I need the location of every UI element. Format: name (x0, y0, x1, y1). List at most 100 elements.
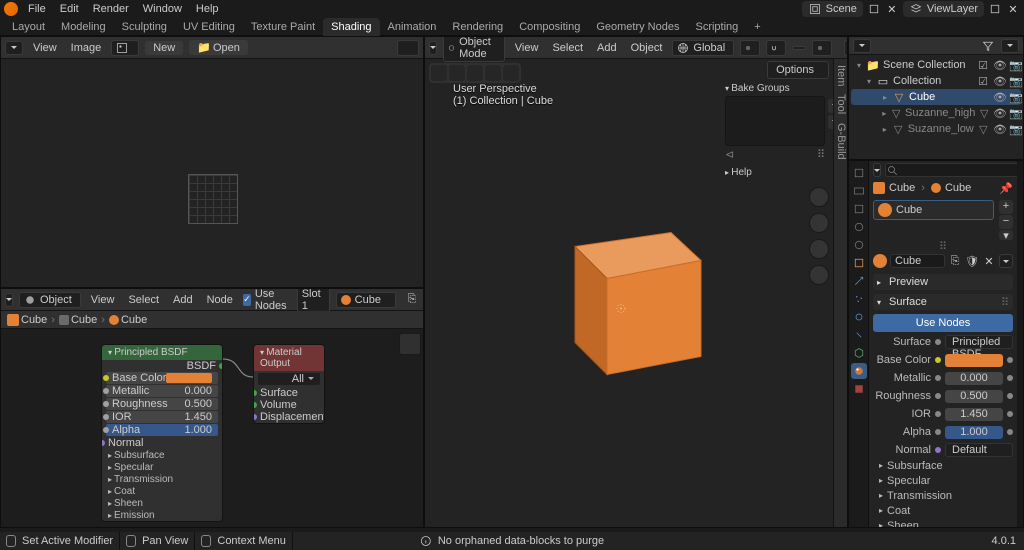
nav-camera-icon[interactable] (809, 239, 829, 259)
ie-new-button[interactable]: New (145, 41, 183, 55)
nav-persp-icon[interactable] (809, 265, 829, 285)
layer-delete-icon[interactable]: ✕ (1006, 2, 1020, 16)
anim-dot-icon[interactable] (1007, 357, 1013, 363)
alpha-value[interactable]: 1.000 (945, 426, 1003, 439)
pin-icon[interactable]: 📌 (999, 182, 1013, 195)
use-nodes-button[interactable]: Use Nodes (873, 314, 1013, 332)
socket-dot-icon[interactable] (935, 411, 941, 417)
snap-dropdown[interactable] (792, 46, 806, 50)
vp-menu-object[interactable]: Object (627, 42, 667, 54)
slot-add-button[interactable]: + (999, 200, 1013, 214)
anim-dot-icon[interactable] (1007, 393, 1013, 399)
select-circle-icon[interactable] (449, 65, 465, 81)
props-type-dropdown[interactable] (873, 163, 881, 177)
surface-shader-dropdown[interactable]: Principled BSDF (945, 335, 1013, 349)
orientation-dropdown[interactable]: Global (672, 40, 734, 56)
ne-menu-select[interactable]: Select (124, 294, 163, 306)
node-principled-bsdf[interactable]: Principled BSDF BSDF Base Color Metallic… (101, 344, 223, 522)
ne-shield-icon[interactable]: 🛡 (422, 293, 424, 307)
select-box-icon[interactable] (431, 65, 447, 81)
ne-crumb-data[interactable]: Cube (71, 314, 97, 326)
material-slot-0[interactable]: Cube (873, 200, 994, 220)
socket-dot-icon[interactable] (935, 393, 941, 399)
nav-pan-icon[interactable] (809, 213, 829, 233)
outliner-item-cube[interactable]: ▸ ▽ Cube 👁📷 (851, 89, 1021, 105)
socket-dot-icon[interactable] (935, 357, 941, 363)
mode-dropdown[interactable]: Object Mode (443, 36, 505, 62)
socket-dot-icon[interactable] (935, 429, 941, 435)
npanel-gbuild[interactable]: G-Build (834, 123, 847, 160)
ws-sculpting[interactable]: Sculpting (114, 18, 175, 36)
bake-help-header[interactable]: Help (725, 161, 825, 178)
scene-new-icon[interactable] (867, 2, 881, 16)
snap-toggle[interactable] (766, 40, 786, 56)
mat-copy-button[interactable]: 🛡 (965, 255, 979, 268)
outliner-scene-collection[interactable]: ▾ 📁 Scene Collection ☑ 👁 📷 (851, 57, 1021, 73)
ws-uvediting[interactable]: UV Editing (175, 18, 243, 36)
mat-unlink-button[interactable]: ✕ (982, 255, 996, 268)
subsec-emission[interactable]: Emission (102, 509, 222, 521)
ior-row[interactable]: IOR 1.450 (106, 411, 218, 423)
ws-scripting[interactable]: Scripting (687, 18, 746, 36)
alpha-row[interactable]: Alpha 1.000 (106, 424, 218, 436)
crumb-obj[interactable]: Cube (889, 182, 915, 194)
ptab-constraints[interactable] (851, 327, 867, 343)
ws-compositing[interactable]: Compositing (511, 18, 588, 36)
anim-dot-icon[interactable] (1007, 375, 1013, 381)
ne-menu-add[interactable]: Add (169, 294, 197, 306)
input-socket-icon[interactable] (101, 440, 105, 446)
cube-object[interactable] (541, 200, 731, 393)
vp-menu-select[interactable]: Select (548, 42, 587, 54)
proportional-toggle[interactable] (812, 40, 832, 56)
scene-selector[interactable]: Scene (802, 1, 863, 17)
ptab-material[interactable] (851, 363, 867, 379)
ptab-object[interactable] (851, 255, 867, 271)
ior-value[interactable]: 1.450 (945, 408, 1003, 421)
input-socket-icon[interactable] (253, 402, 257, 408)
output-target-dropdown[interactable]: All (258, 373, 320, 385)
vp-options-button[interactable]: Options (767, 61, 829, 79)
ie-image-datablock[interactable] (111, 40, 139, 56)
bake-prev-icon[interactable]: ⊲ (725, 148, 734, 161)
output-socket-icon[interactable] (219, 363, 223, 369)
image-editor-canvas[interactable] (1, 59, 423, 287)
socket-dot-icon[interactable] (935, 339, 941, 345)
grip-icon[interactable]: ⠿ (1001, 296, 1009, 309)
ne-material-dropdown[interactable]: Cube (336, 292, 396, 308)
menu-render[interactable]: Render (87, 1, 135, 17)
subsec-specular[interactable]: Specular (873, 473, 1013, 488)
outliner-filter-icon[interactable] (981, 39, 995, 53)
anim-dot-icon[interactable] (1007, 429, 1013, 435)
roughness-value[interactable]: 0.500 (945, 390, 1003, 403)
outliner-item-suzanne-low[interactable]: ▸ ▽ Suzanne_low ▽ 👁📷 (851, 121, 1021, 137)
ws-modeling[interactable]: Modeling (53, 18, 114, 36)
ne-menu-node[interactable]: Node (203, 294, 237, 306)
input-socket-icon[interactable] (103, 427, 109, 433)
menu-edit[interactable]: Edit (54, 1, 85, 17)
crumb-mat[interactable]: Cube (945, 182, 971, 194)
npanel-item[interactable]: Item (834, 65, 847, 86)
ptab-render[interactable] (851, 165, 867, 181)
outliner-item-suzanne-high[interactable]: ▸ ▽ Suzanne_high ▽ 👁📷 (851, 105, 1021, 121)
input-socket-icon[interactable] (103, 414, 109, 420)
ws-shading[interactable]: Shading (323, 18, 379, 36)
ptab-scene[interactable] (851, 219, 867, 235)
ne-editor-type[interactable] (5, 293, 13, 307)
ne-crumb-mat[interactable]: Cube (121, 314, 147, 326)
bake-groups-header[interactable]: Bake Groups (725, 81, 825, 96)
select-invert-icon[interactable] (503, 65, 519, 81)
subsec-transmission[interactable]: Transmission (873, 488, 1013, 503)
node-title[interactable]: Material Output (254, 345, 324, 371)
ptab-particles[interactable] (851, 291, 867, 307)
base-color-swatch[interactable] (166, 373, 212, 383)
socket-dot-icon[interactable] (935, 447, 941, 453)
view-layer-selector[interactable]: ViewLayer (903, 1, 984, 17)
ne-menu-view[interactable]: View (87, 294, 119, 306)
subsec-specular[interactable]: Specular (102, 461, 222, 473)
use-nodes-toggle[interactable]: ✓ Use Nodes (243, 288, 291, 312)
input-socket-icon[interactable] (253, 414, 257, 420)
node-material-output[interactable]: Material Output All Surface Volume Displ… (253, 344, 325, 424)
mat-menu[interactable] (999, 254, 1013, 268)
ws-texpaint[interactable]: Texture Paint (243, 18, 323, 36)
base-color-swatch[interactable] (945, 354, 1003, 367)
